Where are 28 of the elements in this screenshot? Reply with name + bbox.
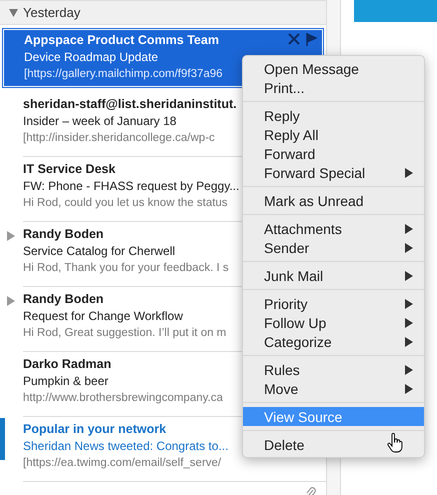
close-icon[interactable] [288,33,300,45]
message-preview: http://www.brothersbrewingcompany.ca [23,391,223,406]
message-sender: IT Service Desk [23,161,116,178]
message-subject: Pumpkin & beer [23,373,108,390]
hand-cursor-icon [387,433,403,453]
thread-triangle-icon[interactable] [7,296,15,306]
message-subject: Insider – week of January 18 [23,113,176,130]
message-sender: Randy Boden [23,291,104,308]
message-subject: Request for Change Workflow [23,308,183,325]
disclosure-triangle-icon[interactable] [9,8,18,16]
message-sender: Darko Radman [23,356,112,373]
message-sender: Randy Boden [23,226,104,243]
thread-triangle-icon[interactable] [7,231,15,241]
message-subject: FW: Phone - FHASS request by Peggy... [23,178,240,195]
message-sender: Appspace Product Comms Team [24,32,219,49]
message-preview: [https://ea.twimg.com/email/self_serve/ [23,456,222,471]
message-preview: Hi Rod, Great suggestion. I’ll put it on m [23,326,226,341]
message-preview: Hi Rod, Thank you for your feedback. I s [23,261,229,276]
message-sender: sheridan-staff@list.sheridaninstitut. [23,96,237,113]
message-preview: [https://gallery.mailchimp.com/f9f37a96 [24,67,223,82]
message-sender: Popular in your network [23,421,166,438]
message-preview: Hi Rod, could you let us know the status [23,196,228,211]
message-subject: Device Roadmap Update [24,49,158,66]
message-subject: Sheridan News tweeted: Congrats to... [23,438,228,455]
message-preview: [http://insider.sheridancollege.ca/wp-c [23,131,215,146]
flag-icon[interactable] [306,33,317,46]
message-subject: Service Catalog for Cherwell [23,243,176,260]
group-header: Yesterday [23,5,80,20]
